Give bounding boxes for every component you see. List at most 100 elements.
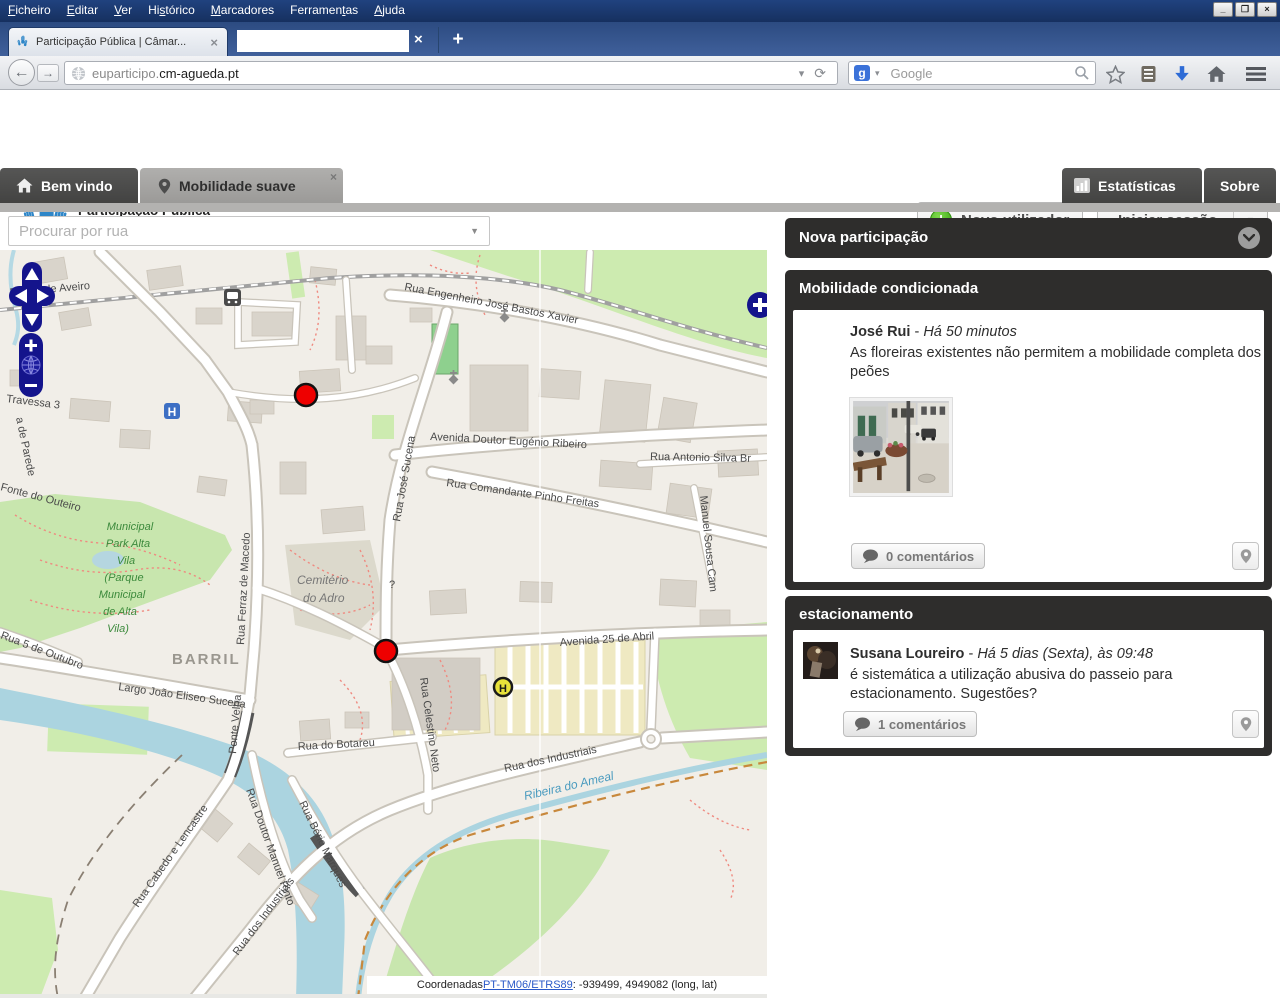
back-button[interactable]: ← <box>8 59 35 86</box>
map-bottom-strip <box>0 994 767 998</box>
panel2-category: estacionamento <box>799 606 913 623</box>
map-street-label: Municipal <box>99 589 146 601</box>
map-street-label: Park Alta <box>106 538 150 550</box>
post1-locate-button[interactable] <box>1232 542 1259 570</box>
post2-comments-label: 1 comentários <box>878 717 966 732</box>
menu-ajuda[interactable]: Ajuda <box>366 0 413 20</box>
home-icon[interactable] <box>1204 62 1228 86</box>
post2-header: Susana Loureiro - Há 5 dias (Sexta), às … <box>850 646 1153 662</box>
post1-photo[interactable] <box>849 397 953 497</box>
post1-time: Há 50 minutos <box>923 324 1017 340</box>
new-participation-label: Nova participação <box>799 229 928 246</box>
svg-text:H: H <box>168 405 177 419</box>
home-tab-icon <box>16 178 33 193</box>
site-tab-welcome[interactable]: Bem vindo <box>0 168 138 203</box>
menu-items[interactable]: FicheiroEditarVerHistóricoMarcadoresFerr… <box>0 0 1280 20</box>
map-street-label: (Parque <box>104 572 143 584</box>
tab-2-title-box[interactable] <box>237 30 409 52</box>
post2-comments-button[interactable]: 1 comentários <box>843 711 977 737</box>
post2-time: Há 5 dias (Sexta), às 09:48 <box>977 646 1153 662</box>
statistics-tab-label: Estatísticas <box>1098 178 1176 194</box>
nav-baseline-strip <box>0 203 1280 212</box>
url-subdomain: euparticipo. <box>92 66 159 81</box>
menu-marcadores[interactable]: Marcadores <box>203 0 282 20</box>
map-layers-button[interactable] <box>745 290 767 320</box>
restore-button[interactable]: ❐ <box>1235 2 1255 17</box>
map-street-label: Cemitério <box>297 573 349 587</box>
new-tab-button[interactable]: + <box>446 28 470 52</box>
post2-avatar <box>803 642 838 679</box>
map-street-label: Municipal <box>107 521 154 533</box>
comment-bubble-icon <box>862 549 879 564</box>
browser-tab-1[interactable]: Participação Pública | Câmar... × <box>8 27 228 56</box>
chart-icon <box>1074 178 1090 193</box>
search-engine-dropdown-icon[interactable]: ▾ <box>870 68 885 79</box>
panel1-category: Mobilidade condicionada <box>799 280 978 297</box>
map-container[interactable]: H H Ramal de AveiroRua Engenheiro José B… <box>0 250 767 998</box>
pin-tab-icon <box>158 177 171 195</box>
tab-2-close-icon[interactable]: × <box>414 31 423 48</box>
search-bar[interactable]: g ▾ Google <box>848 61 1096 85</box>
page-header: Participação Pública Câmara Municipal de… <box>0 90 1280 168</box>
new-participation-bar[interactable]: Nova participação <box>785 218 1272 258</box>
map-pan-control[interactable] <box>6 260 58 334</box>
post1-comments-label: 0 comentários <box>886 549 974 564</box>
url-bar[interactable]: euparticipo.cm-agueda.pt ▾ ⟳ <box>64 61 838 85</box>
street-search-dropdown-icon[interactable]: ▼ <box>470 226 479 236</box>
mobility-tab-label: Mobilidade suave <box>179 178 296 194</box>
menu-ferramentas[interactable]: Ferramentas <box>282 0 366 20</box>
tab-separator <box>438 27 439 53</box>
menu-histórico[interactable]: Histórico <box>140 0 203 20</box>
site-tab-statistics[interactable]: Estatísticas <box>1062 168 1202 203</box>
browser-window: FicheiroEditarVerHistóricoMarcadoresFerr… <box>0 0 1280 998</box>
map-street-label: ? <box>389 579 395 591</box>
bookmarks-list-icon[interactable] <box>1136 62 1160 86</box>
train-station-icon <box>224 289 241 306</box>
mobility-tab-close-icon[interactable]: × <box>330 170 337 184</box>
reload-icon[interactable]: ⟳ <box>809 65 831 82</box>
welcome-tab-label: Bem vindo <box>41 178 113 194</box>
participation-marker[interactable] <box>295 384 317 406</box>
menu-ver[interactable]: Ver <box>106 0 140 20</box>
site-tab-about[interactable]: Sobre <box>1204 168 1276 203</box>
search-input[interactable]: Google <box>891 66 1074 81</box>
map-street-label: do Adro <box>303 591 345 605</box>
chevron-down-icon[interactable] <box>1238 227 1260 249</box>
url-dropdown-icon[interactable]: ▾ <box>794 67 810 80</box>
tab-1-close-icon[interactable]: × <box>207 35 221 50</box>
map-zoom-control[interactable] <box>18 332 44 398</box>
participation-marker[interactable] <box>375 640 397 662</box>
post2-text: é sistemática a utilização abusiva do pa… <box>850 666 1266 703</box>
search-engine-icon[interactable]: g <box>854 65 870 81</box>
browser-menubar: FicheiroEditarVerHistóricoMarcadoresFerr… <box>0 0 1280 22</box>
crs-link[interactable]: PT-TM06/ETRS89 <box>483 979 573 991</box>
post1-comments-button[interactable]: 0 comentários <box>851 543 985 569</box>
site-tab-mobility[interactable]: Mobilidade suave × <box>140 168 343 203</box>
close-button[interactable]: × <box>1257 2 1277 17</box>
panel1-body: José Rui - Há 50 minutos As floreiras ex… <box>793 310 1264 582</box>
menu-editar[interactable]: Editar <box>59 0 106 20</box>
menu-hamburger-icon[interactable] <box>1244 62 1268 86</box>
post1-header: José Rui - Há 50 minutos <box>850 324 1017 340</box>
bookmark-star-icon[interactable] <box>1103 62 1127 86</box>
minimize-button[interactable]: _ <box>1213 2 1233 17</box>
post1-text: As floreiras existentes não permitem a m… <box>850 344 1266 381</box>
map-street-label: de Alta <box>103 606 137 618</box>
window-controls: _ ❐ × <box>1213 2 1277 17</box>
street-search-placeholder: Procurar por rua <box>19 223 470 240</box>
downloads-icon[interactable] <box>1170 62 1194 86</box>
helipad-icon: H <box>494 678 512 696</box>
menu-ficheiro[interactable]: Ficheiro <box>0 0 59 20</box>
map-street-label: Vila) <box>107 623 129 635</box>
street-search-input[interactable]: Procurar por rua ▼ <box>8 216 490 246</box>
comment-bubble-icon <box>854 717 871 732</box>
globe-icon <box>71 66 86 81</box>
panel2-body: Susana Loureiro - Há 5 dias (Sexta), às … <box>793 630 1264 748</box>
magnifier-icon[interactable] <box>1074 65 1090 81</box>
forward-button[interactable]: → <box>37 64 59 82</box>
site-favicon <box>15 35 30 50</box>
map-canvas[interactable]: H H Ramal de AveiroRua Engenheiro José B… <box>0 250 767 998</box>
post2-locate-button[interactable] <box>1232 710 1259 738</box>
map-street-label: BARRIL <box>172 651 241 668</box>
post1-author: José Rui <box>850 324 910 340</box>
